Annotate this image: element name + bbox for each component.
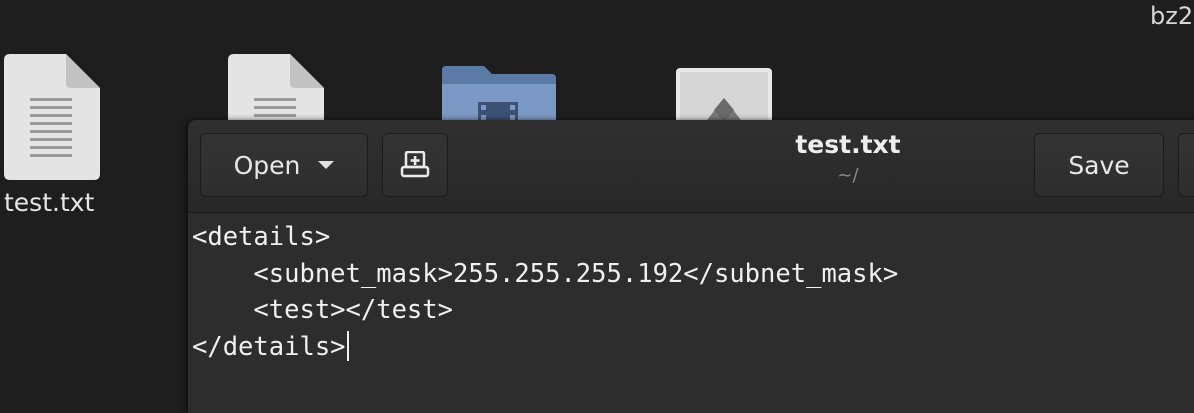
text-file-icon [228,54,324,124]
open-button-label: Open [233,150,301,180]
text-line: <details> [192,222,331,252]
image-file-icon [676,68,772,124]
text-line: <test></test> [192,295,453,325]
menu-button[interactable] [1178,133,1194,197]
video-folder-icon [442,66,556,124]
text-editing-area[interactable]: <details> <subnet_mask>255.255.255.192</… [188,213,1194,413]
text-line: <subnet_mask>255.255.255.192</subnet_mas… [192,258,899,289]
new-document-icon [400,151,430,178]
save-button[interactable]: Save [1034,133,1164,197]
window-subtitle: ~/ [837,165,859,186]
open-button[interactable]: Open [200,133,368,197]
text-line-last: </details> [192,329,1194,366]
desktop-folder-videos[interactable] [440,64,560,128]
text-line-content: </details> [192,331,346,362]
new-document-button[interactable] [382,133,448,197]
text-cursor [346,330,349,361]
text-file-icon [4,54,100,180]
header-bar: Open test.txt ~/ Save [188,120,1194,213]
desktop-file-2[interactable] [228,54,324,128]
chevron-down-icon [318,161,335,169]
text-editor-window: Open test.txt ~/ Save <details> <subnet_… [188,120,1194,413]
desktop-file-caption[interactable]: test.txt [4,188,104,217]
desktop-item-label[interactable]: bz2 [1150,2,1193,30]
desktop-file-test-txt[interactable] [4,54,100,184]
window-title: test.txt [795,130,901,159]
desktop-image-file[interactable] [676,68,772,128]
window-title-area: test.txt ~/ [748,130,948,186]
